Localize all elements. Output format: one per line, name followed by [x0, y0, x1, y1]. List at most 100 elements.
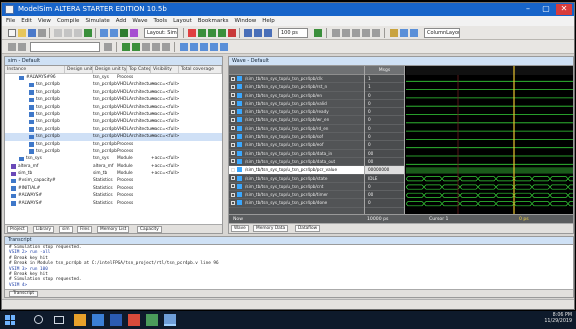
tree-row[interactable]: tsn_pcr4pb tsn_pcr4pb Process — [5, 148, 222, 155]
stop-icon[interactable] — [228, 29, 236, 37]
signal-row[interactable]: /sim_tb/tsn_sys_top/u_tsn_pcr4pb/eof — [229, 141, 364, 150]
col-instance[interactable]: Instance — [5, 66, 65, 73]
edge-browser-icon[interactable] — [92, 314, 104, 326]
signal-row[interactable]: /sim_tb/tsn_sys_top/u_tsn_pcr4pb/valid — [229, 100, 364, 109]
tree-row[interactable]: tsn_pcr4pb tsn_pcr4pb VHDLArchitecture +acc… — [5, 118, 222, 125]
tree-row[interactable]: sim_tb sim_tb Module +acc=<full> — [5, 170, 222, 177]
file-explorer-icon[interactable] — [74, 314, 86, 326]
signal-row[interactable]: /sim_tb/tsn_sys_top/u_tsn_pcr4pb/clk — [229, 75, 364, 84]
find-icon[interactable] — [332, 29, 340, 37]
run-all-icon[interactable] — [218, 29, 226, 37]
save-icon[interactable] — [28, 29, 36, 37]
expand-icon[interactable] — [231, 176, 235, 181]
format-icon[interactable] — [162, 43, 170, 51]
signal-row[interactable]: /sim_tb/tsn_sys_top/u_tsn_pcr4pb/data_in — [229, 150, 364, 158]
expand-icon[interactable] — [231, 200, 235, 205]
expand-icon[interactable] — [231, 151, 235, 156]
signal-row[interactable]: /sim_tb/tsn_sys_top/u_tsn_pcr4pb/rst_n — [229, 83, 364, 92]
mail-icon[interactable] — [128, 314, 140, 326]
restart-icon[interactable] — [188, 29, 196, 37]
tab-dataflow[interactable]: Dataflow — [295, 225, 321, 232]
paste-icon[interactable] — [74, 29, 82, 37]
signal-row[interactable]: /sim_tb/tsn_sys_top/u_tsn_pcr4pb/timer — [229, 191, 364, 200]
expand-icon[interactable] — [122, 43, 130, 51]
signal-row[interactable]: /sim_tb/tsn_sys_top/u_tsn_pcr4pb/ready — [229, 108, 364, 117]
expand-icon[interactable] — [231, 134, 235, 139]
tab-wave[interactable]: Wave — [231, 225, 249, 232]
expand-icon[interactable] — [231, 126, 235, 131]
print-icon[interactable] — [38, 29, 46, 37]
menu-bookmarks[interactable]: Bookmarks — [198, 16, 229, 26]
cursor-delete-icon[interactable] — [190, 43, 198, 51]
task-view-icon[interactable] — [54, 316, 64, 324]
column-layout-combo[interactable]: ColumnLayout: AllColumns — [424, 28, 460, 38]
next-edge-icon[interactable] — [220, 43, 228, 51]
waveform-canvas[interactable] — [406, 66, 573, 214]
col-top-category[interactable]: Top Category — [127, 66, 151, 73]
tab-project[interactable]: Project — [7, 226, 28, 233]
run-icon[interactable] — [198, 29, 206, 37]
break-icon[interactable] — [130, 29, 138, 37]
tree-row[interactable]: #INITIAL# Statistics Process — [5, 185, 222, 192]
cursor-add-icon[interactable] — [180, 43, 188, 51]
menu-edit[interactable]: Edit — [21, 16, 32, 26]
search-icon[interactable] — [104, 43, 112, 51]
tab-library[interactable]: Library — [33, 226, 55, 233]
step-icon[interactable] — [244, 29, 252, 37]
tree-row[interactable]: #ALWAYS# Statistics Process — [5, 192, 222, 199]
expand-icon[interactable] — [231, 159, 235, 164]
col-design-unit-type[interactable]: Design unit type — [93, 66, 127, 73]
col-design-unit[interactable]: Design unit — [65, 66, 93, 73]
col-total-coverage[interactable]: Total coverage — [179, 66, 222, 73]
menu-layout[interactable]: Layout — [173, 16, 192, 26]
undo-icon[interactable] — [84, 29, 92, 37]
menu-wave[interactable]: Wave — [132, 16, 147, 26]
previous-edge-icon[interactable] — [210, 43, 218, 51]
zoom-in-icon[interactable] — [342, 29, 350, 37]
tree-row[interactable]: tsn_sys tsn_sys Module +acc=<full> — [5, 155, 222, 162]
signal-row[interactable]: /sim_tb/tsn_sys_top/u_tsn_pcr4pb/rd_en — [229, 125, 364, 134]
signal-row[interactable]: /sim_tb/tsn_sys_top/u_tsn_pcr4pb/pcr_val… — [229, 166, 364, 175]
menu-tools[interactable]: Tools — [154, 16, 168, 26]
expand-icon[interactable] — [231, 84, 235, 89]
expand-icon[interactable] — [231, 167, 235, 172]
filter-icon[interactable] — [142, 43, 150, 51]
simulate-icon[interactable] — [120, 29, 128, 37]
tree-row[interactable]: tsn_pcr4pb tsn_pcr4pb VHDLArchitecture +acc… — [5, 133, 222, 141]
close-button[interactable]: ✕ — [556, 4, 572, 15]
wave-compare-icon[interactable] — [410, 29, 418, 37]
col-visibility[interactable]: Visibility — [151, 66, 179, 73]
windows-start-icon[interactable] — [5, 315, 15, 325]
tree-row[interactable]: #vsim_capacity# Statistics Process — [5, 177, 222, 184]
tree-row[interactable]: tsn_pcr4pb tsn_pcr4pb VHDLArchitecture +acc… — [5, 89, 222, 96]
open-folder-icon[interactable] — [18, 29, 26, 37]
menu-window[interactable]: Window — [235, 16, 257, 26]
store-icon[interactable] — [110, 314, 122, 326]
compile-icon[interactable] — [100, 29, 108, 37]
layout-combo[interactable]: Layout: Simulate — [144, 28, 178, 38]
run-length-icon[interactable] — [314, 29, 322, 37]
tab-memory-list[interactable]: Memory List — [97, 226, 130, 233]
expand-icon[interactable] — [231, 184, 235, 189]
add-wave-icon[interactable] — [400, 29, 408, 37]
tab-transcript[interactable]: Transcript — [9, 291, 39, 297]
cursor-lock-icon[interactable] — [200, 43, 208, 51]
expand-icon[interactable] — [231, 93, 235, 98]
sort-icon[interactable] — [152, 43, 160, 51]
new-file-icon[interactable] — [8, 29, 16, 37]
tree-row[interactable]: #ALWAYS#96 tsn_sys Process — [5, 74, 222, 81]
signal-row[interactable]: /sim_tb/tsn_sys_top/u_tsn_pcr4pb/state — [229, 175, 364, 183]
waveform-pane[interactable] — [406, 66, 573, 214]
menu-compile[interactable]: Compile — [57, 16, 80, 26]
step-out-icon[interactable] — [264, 29, 272, 37]
tab-memory-data[interactable]: Memory Data — [253, 225, 289, 232]
expand-icon[interactable] — [231, 101, 235, 106]
back-icon[interactable] — [18, 43, 26, 51]
expand-icon[interactable] — [231, 117, 235, 122]
menu-help[interactable]: Help — [262, 16, 275, 26]
zoom-cursor-icon[interactable] — [372, 29, 380, 37]
expand-icon[interactable] — [231, 109, 235, 114]
menu-add[interactable]: Add — [116, 16, 127, 26]
cut-icon[interactable] — [54, 29, 62, 37]
signal-row[interactable]: /sim_tb/tsn_sys_top/u_tsn_pcr4pb/en — [229, 92, 364, 100]
